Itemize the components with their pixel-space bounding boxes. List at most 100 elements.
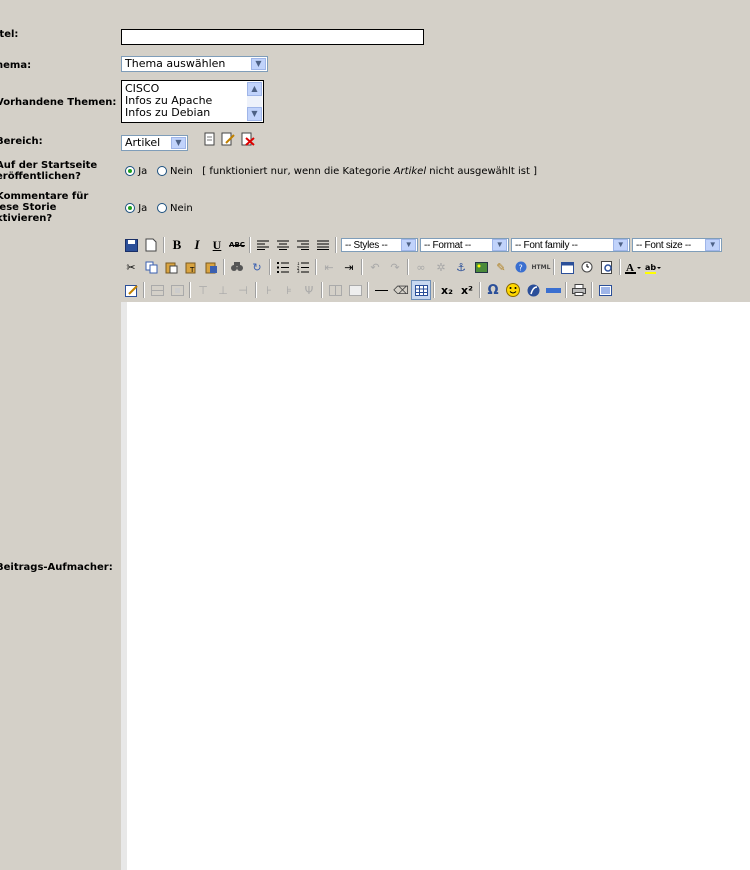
save-icon[interactable] xyxy=(121,235,141,255)
styles-select[interactable]: -- Styles -- ▼ xyxy=(341,238,418,252)
special-char-button[interactable]: Ω xyxy=(483,280,503,300)
flash-icon[interactable] xyxy=(523,280,543,300)
numbered-list-icon[interactable]: 123 xyxy=(293,257,313,277)
toolbar-separator xyxy=(269,259,271,275)
bullet-list-icon[interactable] xyxy=(273,257,293,277)
link-icon[interactable]: ∞ xyxy=(411,257,431,277)
html-source-button[interactable]: HTML xyxy=(531,257,551,277)
remove-format-icon[interactable]: ⌫ xyxy=(391,280,411,300)
unlink-icon[interactable]: ✲ xyxy=(431,257,451,277)
chevron-down-icon: ▼ xyxy=(401,239,416,251)
italic-button[interactable]: I xyxy=(187,235,207,255)
align-center-icon[interactable] xyxy=(273,235,293,255)
chevron-down-icon: ▼ xyxy=(705,239,720,251)
paste-text-icon[interactable]: T xyxy=(181,257,201,277)
startseite-hint-category: Artikel xyxy=(393,166,427,177)
radio-label-nein: Nein xyxy=(170,166,193,177)
align-justify-icon[interactable] xyxy=(313,235,333,255)
delete-col-icon[interactable]: Ψ xyxy=(299,280,319,300)
image-icon[interactable] xyxy=(471,257,491,277)
bereich-actions xyxy=(202,132,256,146)
preview-icon[interactable] xyxy=(597,257,617,277)
underline-button[interactable]: U xyxy=(207,235,227,255)
page-break-icon[interactable] xyxy=(543,280,563,300)
scroll-down-icon[interactable]: ▼ xyxy=(247,107,262,121)
edit-document-icon[interactable] xyxy=(220,132,236,146)
chevron-down-icon: ▼ xyxy=(492,239,507,251)
undo-icon[interactable]: ↶ xyxy=(365,257,385,277)
toolbar-separator xyxy=(591,282,593,298)
anchor-icon[interactable]: ⚓ xyxy=(451,257,471,277)
align-right-icon[interactable] xyxy=(293,235,313,255)
text-color-icon[interactable]: A xyxy=(623,257,643,277)
toolbar-separator xyxy=(163,237,165,253)
subscript-button[interactable]: x₂ xyxy=(437,280,457,300)
superscript-button[interactable]: x² xyxy=(457,280,477,300)
thema-select[interactable]: Thema auswählen ▼ xyxy=(121,56,268,72)
font-size-select[interactable]: -- Font size -- ▼ xyxy=(632,238,722,252)
bereich-select-value: Artikel xyxy=(125,136,161,149)
visual-aid-icon[interactable] xyxy=(121,280,141,300)
cut-icon[interactable]: ✂ xyxy=(121,257,141,277)
insert-col-after-icon[interactable]: ⊧ xyxy=(279,280,299,300)
insert-time-icon[interactable] xyxy=(577,257,597,277)
replace-icon[interactable]: ↻ xyxy=(247,257,267,277)
label-kommentare-line2: iese Storie xyxy=(0,202,57,213)
cell-props-icon[interactable] xyxy=(167,280,187,300)
background-color-icon[interactable]: ab xyxy=(643,257,663,277)
insert-date-icon[interactable] xyxy=(557,257,577,277)
font-family-select-value: -- Font family -- xyxy=(515,240,578,251)
toolbar-separator xyxy=(407,259,409,275)
insert-row-before-icon[interactable]: ⊤ xyxy=(193,280,213,300)
kommentare-nein-radio[interactable] xyxy=(156,203,167,213)
copy-icon[interactable] xyxy=(141,257,161,277)
font-family-select[interactable]: -- Font family -- ▼ xyxy=(511,238,630,252)
outdent-icon[interactable]: ⇤ xyxy=(319,257,339,277)
titel-input[interactable] xyxy=(121,29,424,45)
fullscreen-icon[interactable] xyxy=(595,280,615,300)
delete-document-icon[interactable] xyxy=(240,132,256,146)
rich-text-editor-area[interactable] xyxy=(121,302,750,870)
editor-toolbar-row-3: ⊤ ⊥ ⊣ ⊦ ⊧ Ψ ⌫ x₂ x² Ω xyxy=(121,279,615,301)
insert-row-after-icon[interactable]: ⊥ xyxy=(213,280,233,300)
radio-label-ja: Ja xyxy=(138,166,148,177)
radio-label-nein: Nein xyxy=(170,203,193,214)
table-icon[interactable] xyxy=(411,280,431,300)
themen-listbox[interactable]: CISCO Infos zu Apache Infos zu Debian ▲ … xyxy=(121,80,264,123)
startseite-ja-radio[interactable] xyxy=(125,166,135,176)
print-icon[interactable] xyxy=(569,280,589,300)
format-select[interactable]: -- Format -- ▼ xyxy=(420,238,509,252)
cleanup-icon[interactable]: ✎ xyxy=(491,257,511,277)
horizontal-rule-icon[interactable] xyxy=(371,280,391,300)
startseite-nein-radio[interactable] xyxy=(156,166,167,176)
styles-select-value: -- Styles -- xyxy=(345,240,388,251)
insert-col-before-icon[interactable]: ⊦ xyxy=(259,280,279,300)
redo-icon[interactable]: ↷ xyxy=(385,257,405,277)
delete-row-icon[interactable]: ⊣ xyxy=(233,280,253,300)
list-item[interactable]: Infos zu Debian xyxy=(125,107,263,119)
paste-word-icon[interactable] xyxy=(201,257,221,277)
thema-select-value: Thema auswählen xyxy=(125,57,226,70)
toolbar-separator xyxy=(619,259,621,275)
bereich-select[interactable]: Artikel ▼ xyxy=(121,135,188,151)
help-icon[interactable]: ? xyxy=(511,257,531,277)
kommentare-ja-radio[interactable] xyxy=(125,203,135,213)
listbox-scrollbar[interactable]: ▲ ▼ xyxy=(247,82,262,121)
toolbar-separator xyxy=(223,259,225,275)
align-left-icon[interactable] xyxy=(253,235,273,255)
merge-cells-icon[interactable] xyxy=(345,280,365,300)
bold-button[interactable]: B xyxy=(167,235,187,255)
strikethrough-button[interactable]: ABC xyxy=(227,235,247,255)
split-cells-icon[interactable] xyxy=(325,280,345,300)
label-titel: itel: xyxy=(0,29,19,40)
paste-icon[interactable] xyxy=(161,257,181,277)
toolbar-separator xyxy=(189,282,191,298)
new-document-icon[interactable] xyxy=(141,235,161,255)
indent-icon[interactable]: ⇥ xyxy=(339,257,359,277)
document-icon[interactable] xyxy=(202,132,216,146)
scroll-up-icon[interactable]: ▲ xyxy=(247,82,262,96)
row-props-icon[interactable] xyxy=(147,280,167,300)
label-beitrags-aufmacher: Beitrags-Aufmacher: xyxy=(0,562,113,573)
emoticon-icon[interactable] xyxy=(503,280,523,300)
find-icon[interactable] xyxy=(227,257,247,277)
